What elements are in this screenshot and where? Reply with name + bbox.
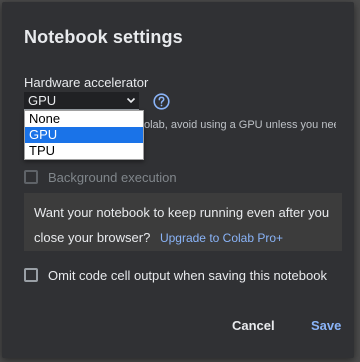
promo-text-line2: close your browser? [34,230,151,245]
notebook-settings-dialog: Notebook settings Hardware accelerator G… [2,2,354,358]
upgrade-promo-box: Want your notebook to keep running even … [24,193,342,251]
dialog-title: Notebook settings [24,27,183,47]
select-value: GPU [28,93,57,108]
omit-output-checkbox[interactable] [24,268,38,282]
upgrade-link[interactable]: Upgrade to Colab Pro+ [160,231,283,245]
promo-text-line2-row: close your browser? Upgrade to Colab Pro… [34,225,332,251]
omit-output-label: Omit code cell output when saving this n… [48,268,327,283]
option-tpu[interactable]: TPU [25,143,143,159]
cancel-button[interactable]: Cancel [228,316,279,335]
background-execution-checkbox[interactable] [24,170,38,184]
option-none[interactable]: None [25,111,143,127]
chevron-down-icon [126,97,136,104]
hardware-accelerator-select[interactable]: GPU [24,92,139,110]
help-circle-icon[interactable] [153,93,170,110]
background-execution-label: Background execution [48,170,177,185]
promo-text-line1: Want your notebook to keep running even … [34,205,330,220]
save-button[interactable]: Save [307,316,345,335]
option-gpu[interactable]: GPU [25,127,143,143]
hardware-accelerator-dropdown: None GPU TPU [24,110,144,160]
hardware-accelerator-label: Hardware accelerator [24,75,149,90]
